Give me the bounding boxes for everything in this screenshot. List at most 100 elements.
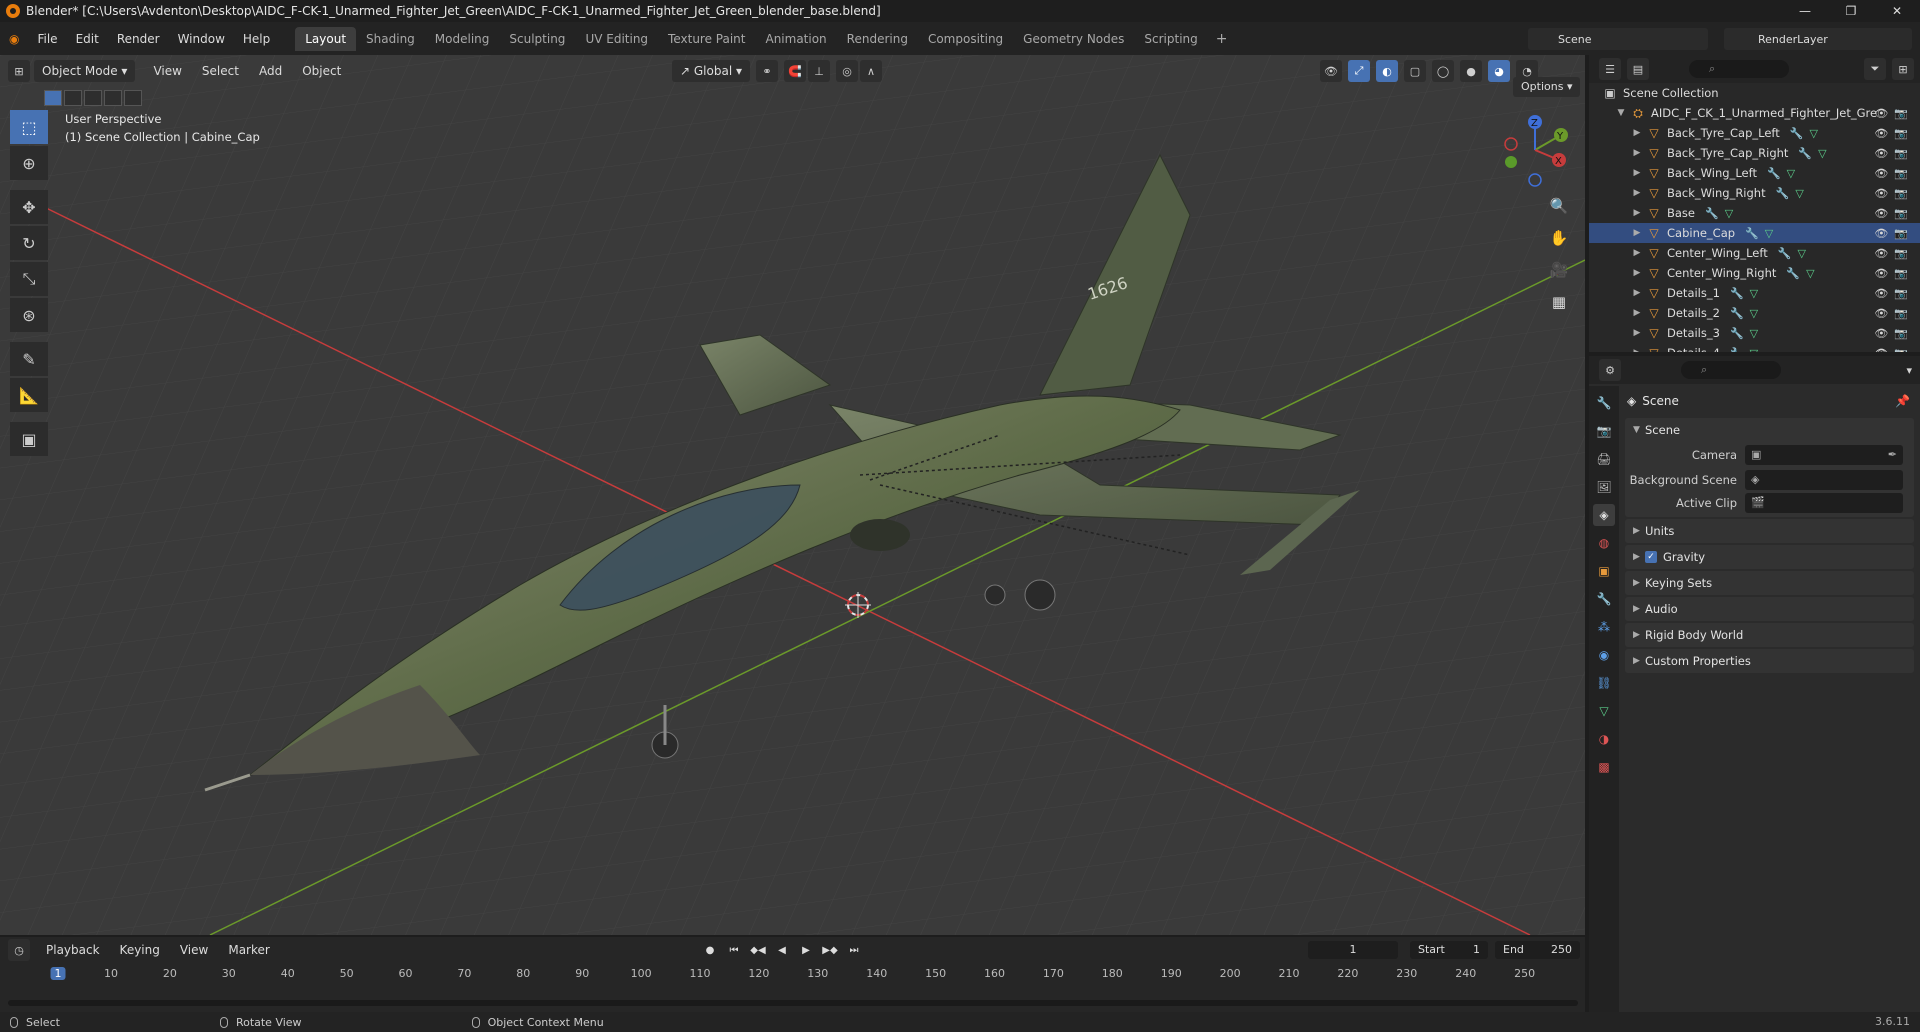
expand-arrow-icon[interactable]: ▶ xyxy=(1631,348,1643,352)
pin-icon[interactable]: 📌 xyxy=(1895,394,1910,408)
visibility-toggle-icon[interactable]: 👁📷 xyxy=(1874,327,1914,340)
outliner-collection-row[interactable]: ▼ ⛭ AIDC_F_CK_1_Unarmed_Fighter_Jet_Gre … xyxy=(1589,103,1920,123)
rigid-body-world-panel[interactable]: ▶ Rigid Body World xyxy=(1625,623,1914,647)
timeline-menu-playback[interactable]: Playback xyxy=(36,943,110,957)
properties-editor-type-icon[interactable]: ⚙ xyxy=(1599,359,1621,381)
camera-field[interactable]: ▣ ✒ xyxy=(1745,444,1903,465)
pan-hand-icon[interactable]: ✋ xyxy=(1546,225,1572,251)
material-props-tab-icon[interactable]: ◑ xyxy=(1593,728,1615,750)
visibility-icon[interactable]: 👁 xyxy=(1320,60,1342,82)
timeline-menu-marker[interactable]: Marker xyxy=(218,943,279,957)
visibility-toggle-icon[interactable]: 👁📷 xyxy=(1874,167,1914,180)
properties-editor[interactable]: ⚙ ⌕ ▾ 🔧 📷 🖨 🖼 ◈ ◍ ▣ 🔧 ⁂ ◉ ⛓ ▽ ◑ ▩ ◈ Scen… xyxy=(1589,356,1920,1012)
outliner-search-input[interactable]: ⌕ xyxy=(1689,60,1789,78)
modifier-icon[interactable]: 🔧▽ xyxy=(1776,187,1804,200)
orientation-dropdown[interactable]: ↗ Global ▾ xyxy=(672,60,750,82)
visibility-toggle-icon[interactable]: 👁📷 xyxy=(1874,287,1914,300)
outliner-object-row[interactable]: ▶ ▽ Back_Wing_Right 🔧 ▽ 👁📷 xyxy=(1589,183,1920,203)
visibility-toggle-icon[interactable]: 👁📷 xyxy=(1874,307,1914,320)
viewport-menu-select[interactable]: Select xyxy=(192,64,249,78)
tool-props-tab-icon[interactable]: 🔧 xyxy=(1593,392,1615,414)
select-extend-icon[interactable] xyxy=(64,90,82,106)
outliner-panel[interactable]: ☰ ▤ ⌕ ⏷ ⊞ ▣ Scene Collection ▼ ⛭ AIDC_F_… xyxy=(1589,55,1920,352)
properties-search-input[interactable]: ⌕ xyxy=(1681,361,1781,379)
mesh-data-icon[interactable]: ▽ xyxy=(1797,247,1805,260)
editor-type-icon[interactable]: ⊞ xyxy=(8,60,30,82)
custom-properties-panel[interactable]: ▶ Custom Properties xyxy=(1625,649,1914,673)
expand-arrow-icon[interactable]: ▶ xyxy=(1631,128,1643,138)
outliner-object-row[interactable]: ▶ ▽ Back_Tyre_Cap_Right 🔧 ▽ 👁📷 xyxy=(1589,143,1920,163)
outliner-object-row[interactable]: ▶ ▽ Details_2 🔧 ▽ 👁📷 xyxy=(1589,303,1920,323)
visibility-toggle-icon[interactable]: 👁📷 xyxy=(1874,127,1914,140)
mesh-data-icon[interactable]: ▽ xyxy=(1750,347,1758,353)
camera-view-icon[interactable]: 🎥 xyxy=(1546,257,1572,283)
cursor-tool-icon[interactable]: ⊕ xyxy=(10,146,48,180)
timeline-scrollbar[interactable] xyxy=(8,1000,1578,1006)
output-props-tab-icon[interactable]: 🖨 xyxy=(1593,448,1615,470)
tab-shading[interactable]: Shading xyxy=(356,27,425,51)
data-props-tab-icon[interactable]: ▽ xyxy=(1593,700,1615,722)
outliner-object-row[interactable]: ▶ ▽ Center_Wing_Left 🔧 ▽ 👁📷 xyxy=(1589,243,1920,263)
select-new-icon[interactable] xyxy=(44,90,62,106)
physics-props-tab-icon[interactable]: ◉ xyxy=(1593,644,1615,666)
visibility-toggle-icon[interactable]: 👁📷 xyxy=(1874,107,1914,120)
mesh-data-icon[interactable]: ▽ xyxy=(1818,147,1826,160)
render-props-tab-icon[interactable]: 📷 xyxy=(1593,420,1615,442)
world-props-tab-icon[interactable]: ◍ xyxy=(1593,532,1615,554)
tab-compositing[interactable]: Compositing xyxy=(918,27,1013,51)
viewport-menu-add[interactable]: Add xyxy=(249,64,292,78)
expand-arrow-icon[interactable]: ▶ xyxy=(1631,228,1643,238)
outliner-editor-type-icon[interactable]: ☰ xyxy=(1599,58,1621,80)
expand-arrow-icon[interactable]: ▶ xyxy=(1631,308,1643,318)
outliner-object-row[interactable]: ▶ ▽ Details_4 🔧▽ 👁📷 xyxy=(1589,343,1920,352)
tab-animation[interactable]: Animation xyxy=(755,27,836,51)
menu-window[interactable]: Window xyxy=(169,32,234,46)
viewport-menu-view[interactable]: View xyxy=(143,64,191,78)
visibility-toggle-icon[interactable]: 👁📷 xyxy=(1874,267,1914,280)
expand-arrow-icon[interactable]: ▶ xyxy=(1631,148,1643,158)
modifier-icon[interactable]: 🔧▽ xyxy=(1778,247,1806,260)
rotate-tool-icon[interactable]: ↻ xyxy=(10,226,48,260)
object-props-tab-icon[interactable]: ▣ xyxy=(1593,560,1615,582)
mesh-data-icon[interactable]: ▽ xyxy=(1750,327,1758,340)
select-invert-icon[interactable] xyxy=(104,90,122,106)
gizmo-toggle-icon[interactable]: ⤢ xyxy=(1348,60,1370,82)
visibility-toggle-icon[interactable]: 👁📷 xyxy=(1874,347,1914,353)
properties-options-icon[interactable]: ▾ xyxy=(1906,364,1912,377)
active-clip-field[interactable]: 🎬 xyxy=(1745,492,1903,513)
modifier-icon[interactable]: 🔧▽ xyxy=(1767,167,1795,180)
next-keyframe-icon[interactable]: ▶◆ xyxy=(820,941,840,959)
jump-end-icon[interactable]: ⏭ xyxy=(844,941,864,959)
menu-edit[interactable]: Edit xyxy=(67,32,108,46)
timeline-menu-keying[interactable]: Keying xyxy=(110,943,170,957)
maximize-button[interactable]: ❐ xyxy=(1828,0,1874,22)
outliner-object-row[interactable]: ▶ ▽ Details_1 🔧 ▽ 👁📷 xyxy=(1589,283,1920,303)
renderlayer-selector[interactable]: RenderLayer xyxy=(1724,28,1912,50)
visibility-toggle-icon[interactable]: 👁📷 xyxy=(1874,207,1914,220)
select-box-tool-icon[interactable]: ⬚ xyxy=(10,110,48,144)
outliner-object-row[interactable]: ▶ ▽ Back_Tyre_Cap_Left 🔧 ▽ 👁📷 xyxy=(1589,123,1920,143)
constraints-props-tab-icon[interactable]: ⛓ xyxy=(1593,672,1615,694)
tab-scripting[interactable]: Scripting xyxy=(1134,27,1207,51)
outliner-object-row[interactable]: ▶ ▽ Center_Wing_Right 🔧 ▽ 👁📷 xyxy=(1589,263,1920,283)
gravity-checkbox[interactable]: ✓ xyxy=(1645,551,1657,563)
gravity-panel[interactable]: ▶ ✓ Gravity xyxy=(1625,545,1914,569)
outliner-filter-icon[interactable]: ⏷ xyxy=(1864,58,1886,80)
measure-tool-icon[interactable]: 📐 xyxy=(10,378,48,412)
outliner-object-row[interactable]: ▶ ▽ Base 🔧 ▽ 👁📷 xyxy=(1589,203,1920,223)
mesh-data-icon[interactable]: ▽ xyxy=(1795,187,1803,200)
mesh-data-icon[interactable]: ▽ xyxy=(1750,287,1758,300)
background-scene-field[interactable]: ◈ xyxy=(1745,469,1903,490)
texture-props-tab-icon[interactable]: ▩ xyxy=(1593,756,1615,778)
frame-ruler[interactable]: 1 10 20 30 40 50 60 70 80 90 100 110 120 130 140 150 160… xyxy=(0,963,1585,985)
options-dropdown[interactable]: Options ▾ xyxy=(1513,77,1581,97)
tab-modeling[interactable]: Modeling xyxy=(425,27,500,51)
xray-icon[interactable]: ▢ xyxy=(1404,60,1426,82)
material-shading-icon[interactable]: ◕ xyxy=(1488,60,1510,82)
mesh-data-icon[interactable]: ▽ xyxy=(1765,227,1773,240)
tab-uv-editing[interactable]: UV Editing xyxy=(575,27,658,51)
mesh-data-icon[interactable]: ▽ xyxy=(1750,307,1758,320)
modifier-icon[interactable]: 🔧▽ xyxy=(1730,307,1758,320)
select-intersect-icon[interactable] xyxy=(124,90,142,106)
particles-props-tab-icon[interactable]: ⁂ xyxy=(1593,616,1615,638)
